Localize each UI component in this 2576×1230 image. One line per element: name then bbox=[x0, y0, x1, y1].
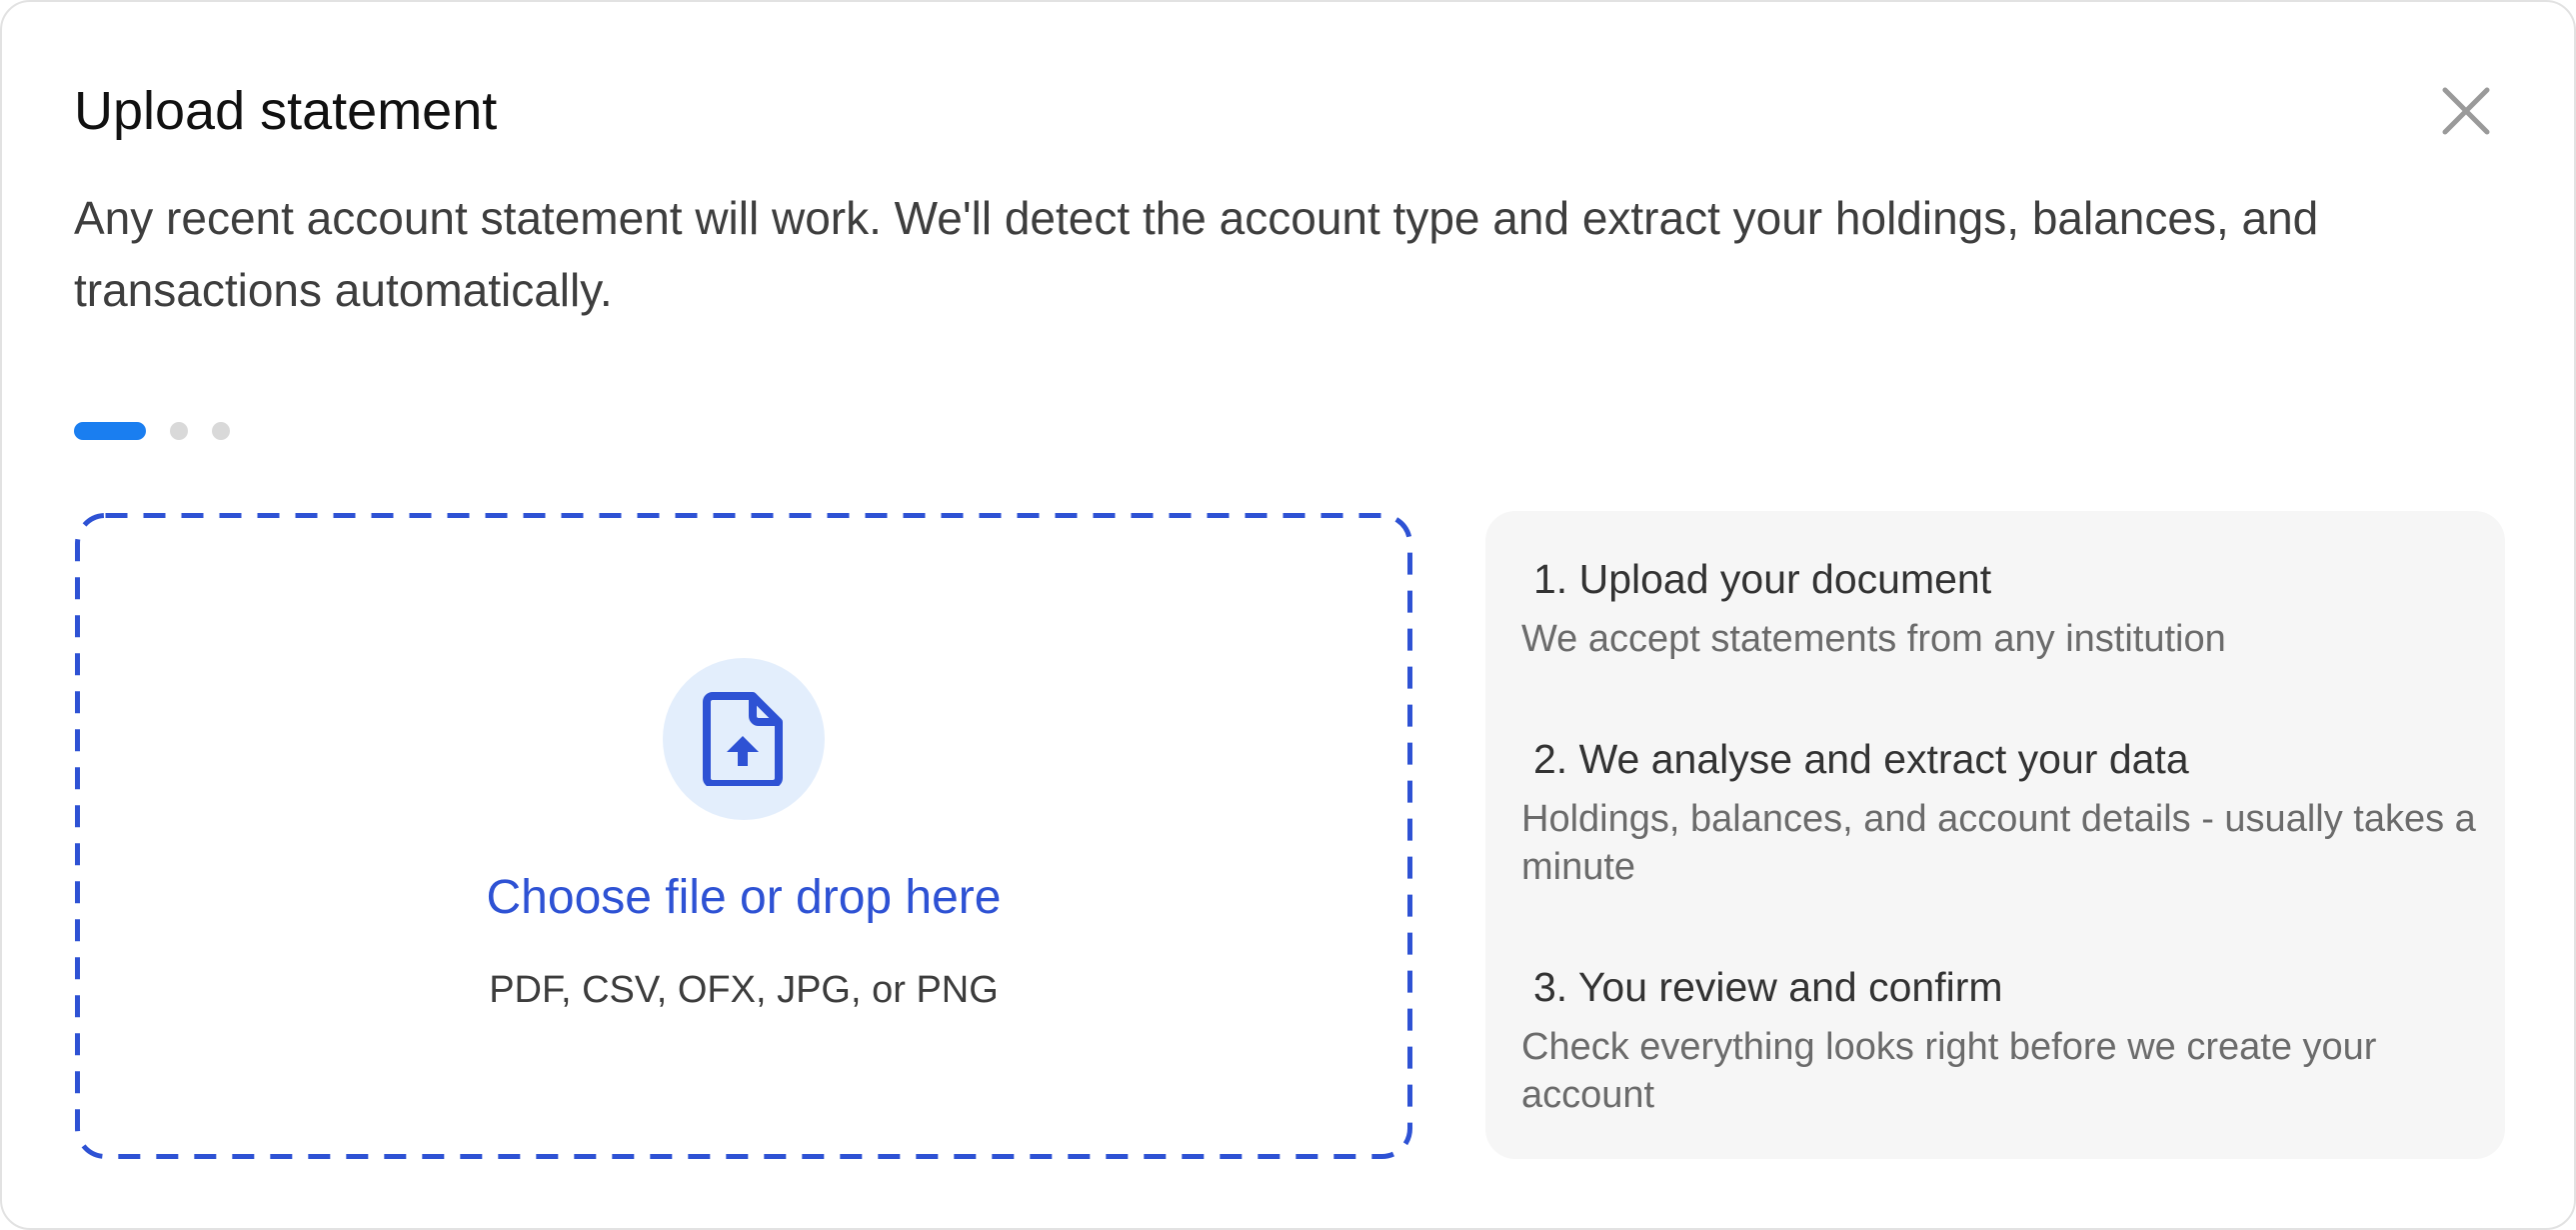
dialog-title: Upload statement bbox=[74, 81, 498, 141]
upload-icon-badge bbox=[663, 658, 825, 820]
close-icon bbox=[2442, 87, 2490, 135]
step-indicator-dot bbox=[212, 422, 230, 440]
step-item: 3. You review and confirm Check everythi… bbox=[1521, 959, 2481, 1119]
file-dropzone[interactable]: Choose file or drop here PDF, CSV, OFX, … bbox=[75, 513, 1412, 1159]
file-upload-icon bbox=[703, 692, 783, 786]
step-title: 3. You review and confirm bbox=[1533, 964, 2003, 1010]
accepted-formats-text: PDF, CSV, OFX, JPG, or PNG bbox=[489, 969, 999, 1011]
step-title: 2. We analyse and extract your data bbox=[1533, 736, 2189, 782]
choose-file-link[interactable]: Choose file or drop here bbox=[75, 868, 1412, 928]
step-indicator-active bbox=[74, 422, 146, 440]
step-title: 1. Upload your document bbox=[1533, 556, 1992, 602]
step-item: 1. Upload your document We accept statem… bbox=[1521, 551, 2481, 663]
step-indicator-dot bbox=[170, 422, 188, 440]
close-button[interactable] bbox=[2435, 80, 2497, 142]
step-item: 2. We analyse and extract your data Hold… bbox=[1521, 731, 2481, 891]
how-it-works-panel: 1. Upload your document We accept statem… bbox=[1485, 511, 2505, 1159]
step-description: Holdings, balances, and account details … bbox=[1521, 798, 2476, 888]
dialog-description: Any recent account statement will work. … bbox=[74, 192, 2319, 316]
step-description: We accept statements from any institutio… bbox=[1521, 618, 2226, 660]
step-description: Check everything looks right before we c… bbox=[1521, 1026, 2377, 1116]
upload-statement-dialog: Upload statement Any recent account stat… bbox=[0, 0, 2576, 1230]
dropzone-border bbox=[75, 513, 1412, 1159]
